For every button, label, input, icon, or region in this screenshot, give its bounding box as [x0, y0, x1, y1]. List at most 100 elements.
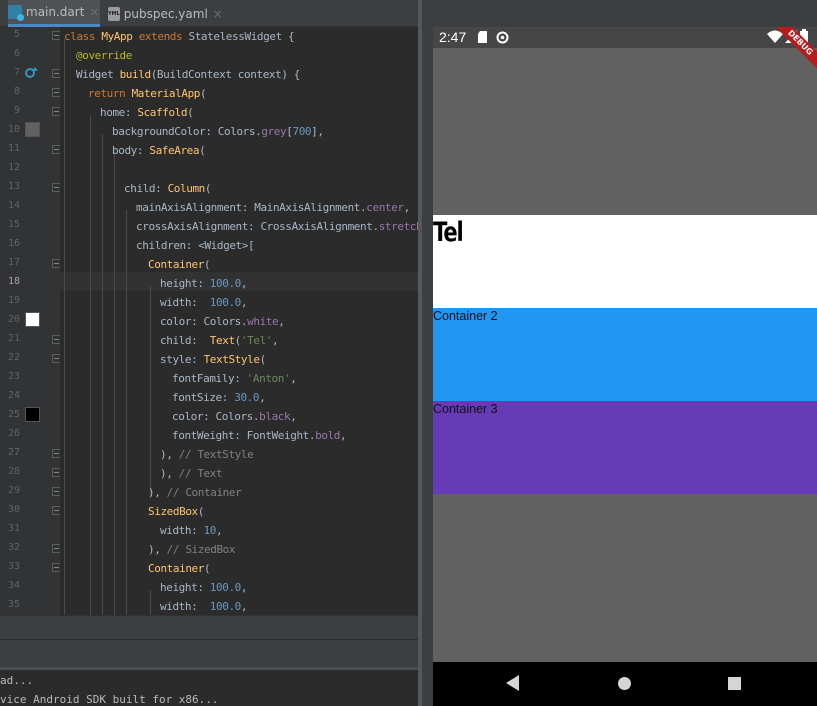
- code-text-area[interactable]: class MyApp extends StatelessWidget { @o…: [60, 27, 418, 615]
- tab-pubspec-yaml[interactable]: YML pubspec.yaml ×: [108, 0, 223, 27]
- code-token: backgroundColor: Colors.: [112, 125, 262, 138]
- line-number: 33: [7, 561, 20, 572]
- container-purple: Container 3: [433, 401, 817, 494]
- tab-label: pubspec.yaml: [123, 6, 208, 21]
- dart-file-icon: [8, 5, 24, 21]
- run-console[interactable]: ad... vice Android SDK built for x86...: [0, 667, 418, 706]
- code-token: TextStyle: [203, 353, 260, 366]
- code-token: 10: [203, 524, 217, 537]
- code-token: (: [259, 353, 267, 366]
- code-token: width:: [160, 296, 210, 309]
- line-number: 24: [7, 390, 20, 401]
- code-token: center: [366, 201, 404, 214]
- line-number: 30: [7, 504, 20, 515]
- code-token: (: [187, 106, 194, 119]
- code-token: 700: [292, 125, 312, 138]
- line-number: 28: [7, 466, 20, 477]
- code-line-34: height: 100.0,: [160, 581, 248, 594]
- line-number: 20: [7, 314, 20, 325]
- code-token: Widget: [76, 68, 120, 81]
- container-2-text: Container 2: [433, 309, 498, 323]
- line-number: 25: [7, 409, 20, 420]
- code-line-31: width: 10,: [160, 524, 223, 537]
- line-number: 5: [13, 29, 20, 40]
- line-number: 7: [13, 67, 20, 78]
- line-number: 26: [7, 428, 20, 439]
- code-token: MyApp: [101, 30, 139, 43]
- android-nav-bar: [433, 662, 817, 706]
- android-status-bar: 2:47 DEBUG: [433, 27, 817, 80]
- code-token: fontWeight: FontWeight.: [172, 429, 316, 442]
- code-token: // Container: [166, 486, 242, 499]
- line-number: 16: [7, 238, 20, 249]
- code-line-28: ), // Text: [160, 467, 223, 480]
- code-line-26: fontWeight: FontWeight.bold,: [172, 429, 347, 442]
- container-blue: Container 2: [433, 308, 817, 401]
- sd-card-icon: [478, 31, 487, 43]
- recents-icon[interactable]: [727, 676, 742, 691]
- code-line-27: ), // TextStyle: [160, 448, 254, 461]
- code-token: return: [88, 87, 132, 100]
- code-line-8: return MaterialApp(: [88, 87, 207, 100]
- code-token: color: Colors.: [160, 315, 248, 328]
- code-line-10: backgroundColor: Colors.grey[700],: [112, 125, 324, 138]
- code-token: Column: [167, 182, 206, 195]
- color-swatch-grey-icon[interactable]: [25, 122, 40, 137]
- code-token: Container: [148, 562, 205, 575]
- indent-guide: [126, 210, 127, 615]
- code-line-29: ), // Container: [148, 486, 242, 499]
- line-number: 6: [13, 48, 20, 59]
- code-token: children: <Widget>[: [136, 239, 255, 252]
- code-token: height:: [160, 277, 210, 290]
- code-token: ,: [290, 410, 297, 423]
- code-token: child:: [124, 182, 168, 195]
- data-saver-icon: [496, 31, 509, 44]
- line-number: 29: [7, 485, 20, 496]
- editor-tab-bar: main.dart × YML pubspec.yaml ×: [0, 0, 418, 27]
- back-icon[interactable]: [505, 674, 521, 692]
- code-token: @override: [76, 49, 133, 62]
- code-token: 100.0: [209, 581, 242, 594]
- code-token: ,: [272, 334, 279, 347]
- line-number: 9: [13, 105, 20, 116]
- line-number: 34: [7, 580, 20, 591]
- code-line-13: child: Column(: [124, 182, 212, 195]
- code-token: bold: [315, 429, 341, 442]
- code-line-5: class MyApp extends StatelessWidget {: [64, 30, 295, 43]
- emulator-screen[interactable]: 2:47 DEBUG Tel Container 2 Container 3: [433, 27, 817, 706]
- line-number: 22: [7, 352, 20, 363]
- code-token: (: [200, 87, 207, 100]
- code-token: Text: [209, 334, 235, 347]
- code-token: child:: [160, 334, 210, 347]
- line-number: 15: [7, 219, 20, 230]
- code-token: ,: [290, 372, 297, 385]
- code-editor-pane: main.dart × YML pubspec.yaml × 5 6 7 8 9…: [0, 0, 418, 706]
- line-number: 10: [7, 124, 20, 135]
- code-token: grey: [261, 125, 287, 138]
- indent-guide: [102, 134, 103, 615]
- code-token: 30.0: [234, 391, 260, 404]
- home-icon[interactable]: [617, 676, 632, 691]
- code-line-35: width: 100.0,: [160, 600, 248, 613]
- line-number: 23: [7, 371, 20, 382]
- code-token: class: [64, 30, 102, 43]
- code-token: (: [204, 562, 211, 575]
- code-token: ,: [216, 524, 223, 537]
- code-token: // TextStyle: [178, 448, 254, 461]
- line-number-gutter[interactable]: 5 6 7 8 9 10 11 12 13 14 15 16 17 18 19 …: [0, 27, 83, 615]
- code-token: SafeArea: [149, 144, 200, 157]
- code-token: build: [119, 68, 152, 81]
- code-line-23: fontFamily: 'Anton',: [172, 372, 297, 385]
- override-marker-icon[interactable]: [24, 66, 40, 80]
- color-swatch-white-icon[interactable]: [25, 312, 40, 327]
- tab-main-dart[interactable]: main.dart ×: [8, 0, 100, 27]
- line-number: 31: [7, 523, 20, 534]
- code-token: home:: [100, 106, 138, 119]
- color-swatch-black-icon[interactable]: [25, 407, 40, 422]
- code-token: stretch: [378, 220, 418, 233]
- close-tab-icon[interactable]: ×: [213, 7, 223, 21]
- indent-guide: [64, 39, 65, 615]
- code-line-25: color: Colors.black,: [172, 410, 297, 423]
- code-line-22: style: TextStyle(: [160, 353, 266, 366]
- close-tab-icon[interactable]: ×: [89, 5, 99, 19]
